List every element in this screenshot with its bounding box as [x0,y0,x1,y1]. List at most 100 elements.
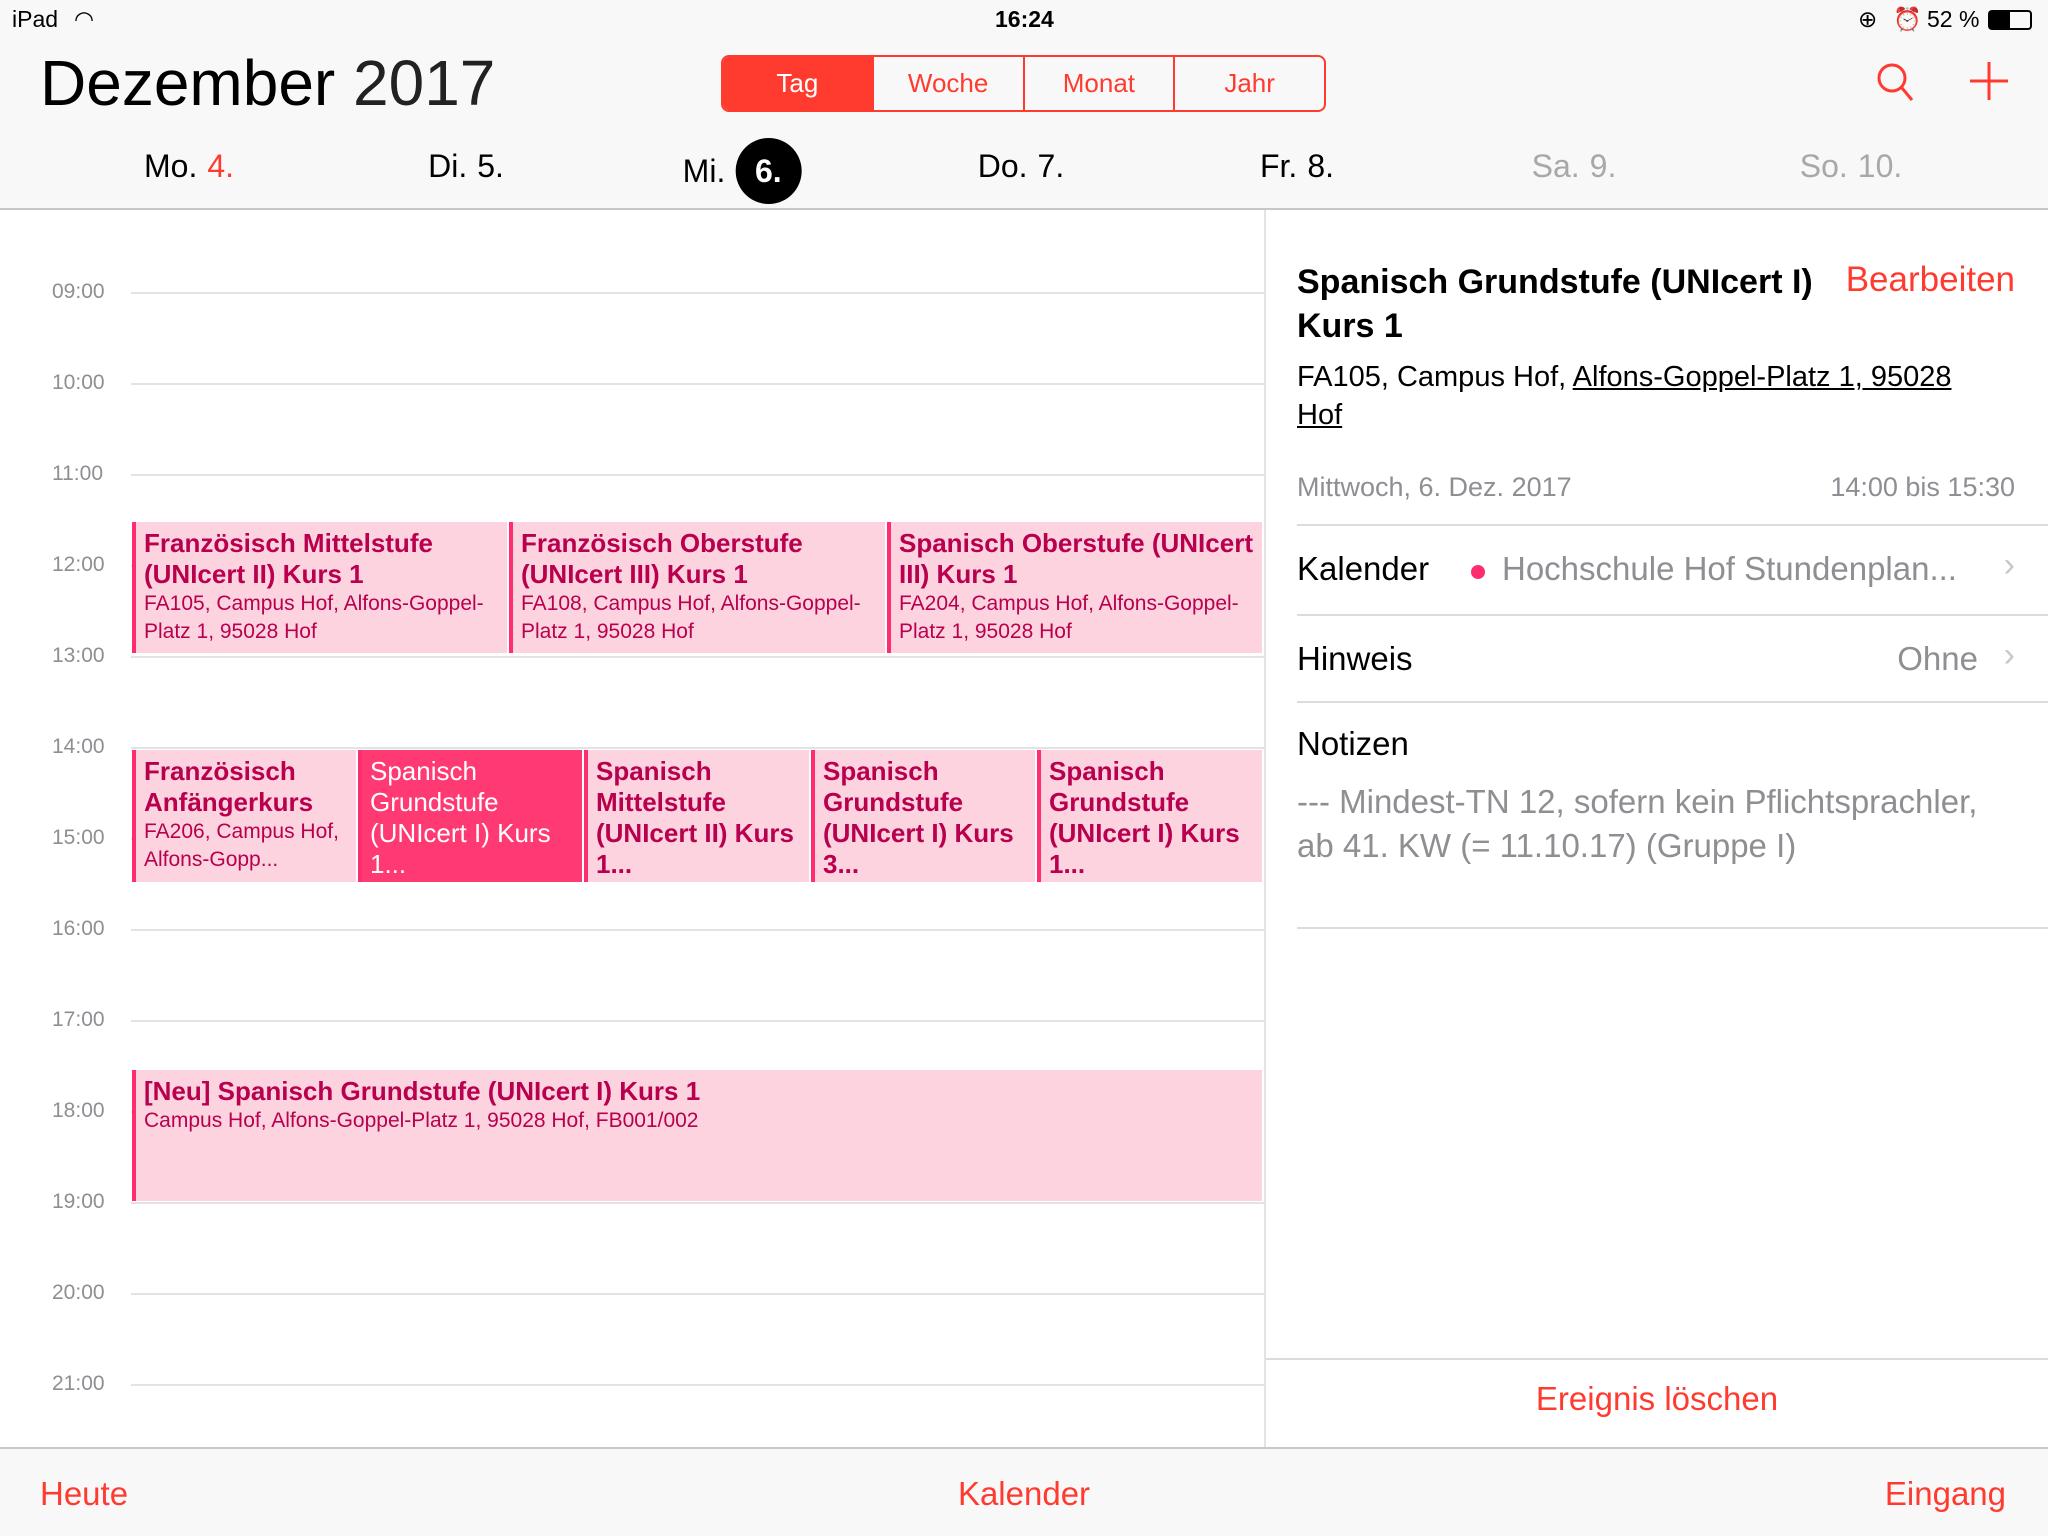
hour-label: 21:00 [52,1372,105,1395]
notes-text: --- Mindest-TN 12, sofern kein Pflichtsp… [1297,783,1978,864]
tab-day[interactable]: Tag [723,57,872,110]
event-title: [Neu] Spanisch Grundstufe (UNIcert I) Ku… [144,1076,701,1106]
chevron-right-icon: › [2003,636,2015,674]
notes-label: Notizen [1297,725,1409,762]
year: 2017 [353,47,496,119]
divider [1297,927,2048,929]
hour-line [131,1384,1264,1386]
date: 9. [1589,148,1617,184]
event-location: Campus Hof, Alfons-Goppel-Platz 1, 95028… [144,1109,699,1132]
event-date: Mittwoch, 6. Dez. 2017 [1297,472,1572,502]
event-title: Französisch Oberstufe (UNIcert III) Kurs… [521,528,803,589]
day-thu[interactable]: Do. 7. [978,148,1064,185]
event-block[interactable]: Französisch Mittelstufe (UNIcert II) Kur… [132,522,509,653]
search-icon[interactable] [1876,62,1914,107]
event-title: Spanisch Mittelstufe (UNIcert II) Kurs 1… [596,756,794,879]
event-title: Spanisch Grundstufe (UNIcert I) Kurs 3..… [823,756,1014,879]
inbox-button[interactable]: Eingang [1885,1475,2006,1513]
chevron-right-icon: › [2003,546,2015,584]
hour-label: 13:00 [52,644,105,667]
delete-event-button[interactable]: Ereignis löschen [1266,1380,2048,1418]
event-title: Spanisch Oberstufe (UNIcert III) Kurs 1 [899,528,1253,589]
weekday: So. [1799,148,1848,184]
calendars-label[interactable]: Kalender [958,1475,1090,1512]
day-wed[interactable]: Mi. 6. [683,138,802,204]
page-title: Dezember 2017 [40,46,495,120]
day-sat[interactable]: Sa. 9. [1532,148,1617,185]
selected-date: 6. [735,138,802,204]
alert-row[interactable]: Hinweis Ohne › [1266,616,2048,701]
hour-label: 12:00 [52,553,105,576]
hour-line [131,1293,1264,1295]
plus-icon[interactable] [1970,62,2008,105]
weekday: Fr. [1259,148,1298,184]
day-mon[interactable]: Mo. 4. [144,148,234,185]
event-title: Spanisch Grundstufe (UNIcert I) Kurs 1 [1297,263,1813,345]
hour-line [131,292,1264,294]
rotation-lock-icon: ⊕ [1858,6,1878,32]
bottom-toolbar: Heute Kalender Eingang [0,1447,2048,1536]
weekday: Mi. [682,152,726,189]
hour-line [131,383,1264,385]
hour-label: 20:00 [52,1281,105,1304]
event-location: FA105, Campus Hof, Alfons-Goppel-Platz 1… [1297,361,1952,431]
calendar-row[interactable]: Kalender Hochschule Hof Stundenplan... › [1266,526,2048,614]
date: 7. [1037,148,1065,184]
day-sun[interactable]: So. 10. [1800,148,1903,185]
calendar-color-dot [1471,565,1485,579]
tab-year[interactable]: Jahr [1173,57,1324,110]
hour-label: 17:00 [52,1008,105,1031]
date: 8. [1307,148,1335,184]
event-block-selected[interactable]: Spanisch Grundstufe (UNIcert I) Kurs 1..… [358,750,584,882]
hour-label: 19:00 [52,1190,105,1213]
alert-label: Hinweis [1297,640,1413,677]
date: 10. [1857,148,1903,184]
event-block[interactable]: [Neu] Spanisch Grundstufe (UNIcert I) Ku… [132,1070,1264,1201]
day-tue[interactable]: Di. 5. [428,148,504,185]
date: 5. [477,148,504,184]
event-block[interactable]: Spanisch Grundstufe (UNIcert I) Kurs 3..… [811,750,1037,882]
hour-line [131,747,1264,749]
date: 4. [207,148,235,184]
month: Dezember [40,47,336,119]
hour-label: 09:00 [52,280,105,303]
hour-label: 16:00 [52,917,105,940]
tab-month[interactable]: Monat [1022,57,1174,110]
hour-line [131,474,1264,476]
hour-label: 15:00 [52,826,105,849]
event-block[interactable]: Spanisch Oberstufe (UNIcert III) Kurs 1F… [887,522,1264,653]
hour-label: 14:00 [52,735,105,758]
weekday: Sa. [1531,148,1580,184]
battery-icon [1988,10,2032,30]
event-block[interactable]: Französisch Anfängerkurs FA206, Campus Ho… [132,750,358,882]
wifi-icon: ◠ [74,6,95,32]
event-title: Französisch Mittelstufe (UNIcert II) Kur… [144,528,433,589]
hour-line [131,656,1264,658]
event-block[interactable]: Spanisch Mittelstufe (UNIcert II) Kurs 1… [584,750,811,882]
hour-line [131,929,1264,931]
weekday: Di. [428,148,468,184]
event-location: FA204, Campus Hof, Alfons-Goppel-Platz 1… [899,592,1239,643]
edit-button[interactable]: Bearbeiten [1846,260,2015,300]
divider [1266,1358,2048,1360]
hour-label: 10:00 [52,371,105,394]
hour-label: 18:00 [52,1099,105,1122]
header: iPad ◠ 16:24 ⊕ ⏰ 52 % Dezember 2017 Tag … [0,0,2048,210]
hour-label: 11:00 [52,462,103,485]
event-location: FA206, Campus Hof, Alfons-Gopp... [144,820,339,871]
hour-line [131,1202,1264,1204]
status-time: 16:24 [995,6,1054,32]
event-title: Spanisch Grundstufe (UNIcert I) Kurs 1..… [370,756,551,879]
event-detail-panel: Spanisch Grundstufe (UNIcert I) Kurs 1 B… [1266,210,2048,1447]
event-time: 14:00 bis 15:30 [1830,472,2015,502]
view-switcher: Tag Woche Monat Jahr [721,55,1326,112]
alarm-icon: ⏰ [1893,6,1922,32]
event-title: Spanisch Grundstufe (UNIcert I) Kurs 1..… [1049,756,1240,879]
event-title: Französisch Anfängerkurs [144,756,314,817]
day-fri[interactable]: Fr. 8. [1260,148,1334,185]
event-block[interactable]: Französisch Oberstufe (UNIcert III) Kurs… [509,522,887,653]
calendar-label: Kalender [1297,550,1430,587]
divider [1297,701,2048,703]
tab-week[interactable]: Woche [871,57,1023,110]
event-block[interactable]: Spanisch Grundstufe (UNIcert I) Kurs 1..… [1037,750,1264,882]
